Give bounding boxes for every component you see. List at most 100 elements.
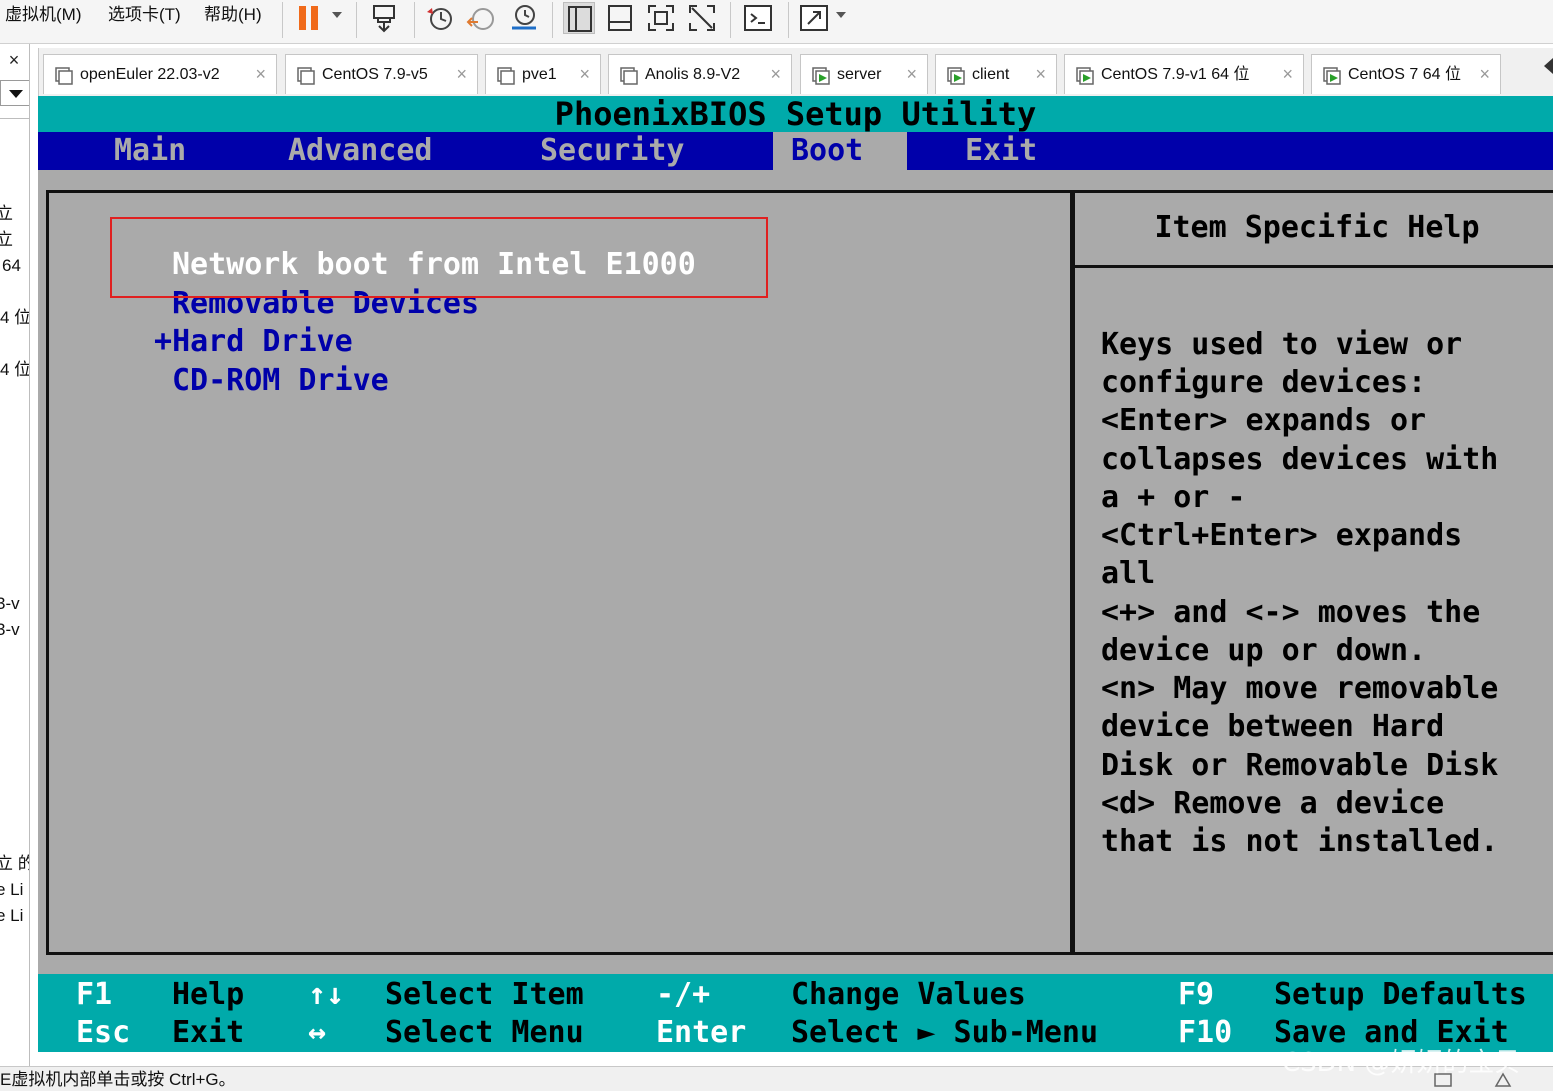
tab-centos-7[interactable]: CentOS 7 64 位 × bbox=[1311, 54, 1501, 94]
tab-openeuler[interactable]: openEuler 22.03-v2 × bbox=[43, 54, 277, 94]
help-line: Disk or Removable Disk bbox=[1101, 748, 1499, 783]
menu-tabs[interactable]: 选项卡(T) bbox=[108, 4, 181, 26]
help-line: <+> and <-> moves the bbox=[1101, 595, 1481, 630]
tab-label: openEuler 22.03-v2 bbox=[80, 66, 220, 83]
toolbar-separator bbox=[552, 2, 553, 38]
tab-server[interactable]: server × bbox=[800, 54, 928, 94]
library-item-fragment[interactable]: 64 bbox=[2, 256, 21, 276]
vm-running-icon bbox=[946, 66, 966, 86]
boot-item-label: Hard Drive bbox=[172, 324, 353, 359]
key-f9: F9 bbox=[1178, 977, 1215, 1012]
key-f10: F10 bbox=[1178, 1015, 1233, 1050]
close-icon[interactable]: × bbox=[770, 64, 781, 84]
close-icon[interactable]: × bbox=[1282, 64, 1293, 84]
boot-item-cdrom[interactable]: CD-ROM Drive bbox=[172, 362, 389, 400]
toolbar: 虚拟机(M) 选项卡(T) 帮助(H) bbox=[0, 0, 1553, 44]
close-icon[interactable]: × bbox=[1479, 64, 1490, 84]
menu-help[interactable]: 帮助(H) bbox=[204, 4, 262, 26]
terminal-icon[interactable] bbox=[742, 2, 774, 34]
help-line: device up or down. bbox=[1101, 633, 1427, 668]
library-item-fragment[interactable]: 4 位 bbox=[0, 360, 29, 380]
tab-client[interactable]: client × bbox=[935, 54, 1057, 94]
snapshot-manager-icon[interactable] bbox=[508, 2, 540, 34]
bios-tab-main[interactable]: Main bbox=[96, 132, 204, 170]
library-filter-dropdown[interactable] bbox=[0, 80, 29, 106]
close-icon[interactable]: × bbox=[4, 50, 24, 70]
key-f1: F1 bbox=[76, 977, 113, 1012]
vm-running-icon bbox=[1322, 66, 1342, 86]
key-enter: Enter bbox=[656, 1015, 747, 1050]
boot-item-hard-drive[interactable]: +Hard Drive bbox=[154, 323, 353, 361]
library-item-fragment[interactable]: 立 bbox=[0, 204, 13, 224]
unity-icon[interactable] bbox=[686, 2, 718, 34]
help-line: <n> May move removable bbox=[1101, 671, 1499, 706]
status-hint: E虚拟机内部单击或按 Ctrl+G。 bbox=[0, 1070, 236, 1089]
bios-title: PhoenixBIOS Setup Utility bbox=[38, 96, 1553, 132]
key-desc: Help bbox=[172, 977, 245, 1012]
help-line: Keys used to view or bbox=[1101, 327, 1463, 362]
vm-tab-bar: openEuler 22.03-v2 × CentOS 7.9-v5 × pve… bbox=[38, 48, 1553, 96]
sidebar-divider bbox=[0, 118, 29, 119]
fullscreen-icon[interactable] bbox=[645, 2, 677, 34]
tab-pve1[interactable]: pve1 × bbox=[485, 54, 601, 94]
console-view-icon[interactable] bbox=[604, 2, 636, 34]
library-item-fragment[interactable]: e Li bbox=[0, 880, 23, 900]
tab-label: CentOS 7.9-v5 bbox=[322, 66, 428, 83]
close-icon[interactable]: × bbox=[255, 64, 266, 84]
send-ctrl-alt-del-icon[interactable] bbox=[368, 2, 400, 34]
library-item-fragment[interactable]: 立 bbox=[0, 230, 13, 250]
bios-tab-security[interactable]: Security bbox=[522, 132, 703, 170]
vm-console[interactable]: PhoenixBIOS Setup Utility Main Advanced … bbox=[38, 96, 1553, 1052]
tab-label: client bbox=[972, 66, 1010, 83]
revert-snapshot-icon[interactable] bbox=[466, 2, 498, 34]
library-item-fragment[interactable]: 立 的 bbox=[0, 854, 29, 874]
key-leftright: ↔ bbox=[308, 1015, 327, 1050]
toolbar-separator bbox=[730, 2, 731, 38]
help-line: all bbox=[1101, 556, 1156, 591]
key-desc: Change Values bbox=[791, 977, 1026, 1012]
chevron-down-icon bbox=[9, 90, 23, 98]
close-icon[interactable]: × bbox=[456, 64, 467, 84]
snapshot-icon[interactable] bbox=[424, 2, 456, 34]
tab-anolis[interactable]: Anolis 8.9-V2 × bbox=[608, 54, 792, 94]
tab-label: CentOS 7 64 位 bbox=[1348, 66, 1461, 83]
library-item-fragment[interactable]: e Li bbox=[0, 906, 23, 926]
help-line: collapses devices with bbox=[1101, 442, 1499, 477]
chevron-down-icon[interactable] bbox=[834, 8, 848, 22]
bios-tab-advanced[interactable]: Advanced bbox=[270, 132, 451, 170]
bios-tab-exit[interactable]: Exit bbox=[947, 132, 1055, 170]
bios-tab-boot[interactable]: Boot bbox=[773, 132, 907, 170]
key-desc: Select Item bbox=[385, 977, 584, 1012]
help-line: that is not installed. bbox=[1101, 824, 1499, 859]
tab-label: pve1 bbox=[522, 66, 557, 83]
library-item-fragment[interactable]: 3-v bbox=[0, 594, 20, 614]
library-item-fragment[interactable]: 4 位 bbox=[0, 308, 29, 328]
scroll-tabs-left-icon[interactable] bbox=[1544, 58, 1553, 74]
library-item-fragment[interactable]: 3-v bbox=[0, 620, 20, 640]
item-help-panel: Item Specific Help Keys used to view or … bbox=[1072, 190, 1553, 955]
single-window-icon[interactable] bbox=[563, 2, 595, 34]
key-desc: Exit bbox=[172, 1015, 245, 1050]
close-icon[interactable]: × bbox=[579, 64, 590, 84]
stretch-icon[interactable] bbox=[798, 2, 830, 34]
tab-centos-79-v1[interactable]: CentOS 7.9-v1 64 位 × bbox=[1064, 54, 1304, 94]
vm-running-icon bbox=[1075, 66, 1095, 86]
help-line: <Enter> expands or bbox=[1101, 403, 1427, 438]
tab-label: server bbox=[837, 66, 882, 83]
tab-label: Anolis 8.9-V2 bbox=[645, 66, 741, 83]
close-icon[interactable]: × bbox=[1035, 64, 1046, 84]
help-line: <Ctrl+Enter> expands bbox=[1101, 518, 1463, 553]
close-icon[interactable]: × bbox=[906, 64, 917, 84]
help-line: configure devices: bbox=[1101, 365, 1427, 400]
pause-icon[interactable] bbox=[294, 2, 326, 34]
vm-off-icon bbox=[296, 66, 316, 86]
tab-centos-79-v5[interactable]: CentOS 7.9-v5 × bbox=[285, 54, 478, 94]
expand-plus-icon: + bbox=[154, 324, 173, 359]
chevron-down-icon[interactable] bbox=[330, 8, 344, 22]
boot-item-label: CD-ROM Drive bbox=[172, 363, 389, 398]
vm-off-icon bbox=[619, 66, 639, 86]
menu-vm[interactable]: 虚拟机(M) bbox=[5, 4, 81, 26]
vm-running-icon bbox=[811, 66, 831, 86]
key-updown: ↑↓ bbox=[308, 977, 345, 1012]
help-title: Item Specific Help bbox=[1154, 210, 1480, 245]
